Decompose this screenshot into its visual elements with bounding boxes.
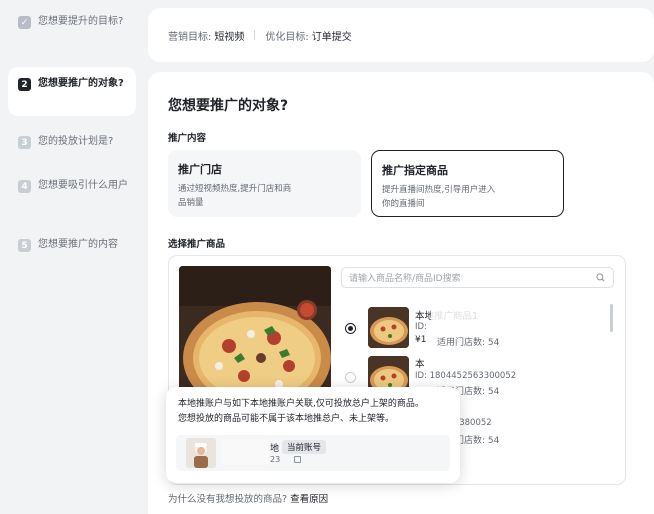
option-desc: 提升直播间热度,引导用户进入你的直播间 (382, 185, 496, 209)
step-label: 您想要推广的内容 (38, 239, 118, 250)
account-name: 地 (270, 444, 280, 454)
step-number: 4 (18, 180, 31, 193)
goal-summary-bar: 营销目标: 短视频 优化目标: 订单提交 (148, 8, 654, 62)
step-item-audience[interactable]: 4 您想要吸引什么用户 (8, 178, 136, 194)
avatar (186, 438, 216, 468)
search-icon[interactable] (596, 273, 605, 282)
view-reason-link[interactable]: 查看原因 (290, 494, 328, 505)
page-title: 您想要推广的对象? (168, 98, 289, 114)
account-id: 23 (270, 455, 281, 464)
option-promote-store[interactable]: 推广门店 通过短视频热度,提升门店和商品销量 (168, 150, 361, 217)
promo-content-label: 推广内容 (168, 133, 207, 144)
step-item-content[interactable]: 5 您想要推广的内容 (8, 237, 136, 253)
option-promote-product[interactable]: 推广指定商品 提升直播间热度,引导用户进入你的直播间 (371, 150, 564, 217)
tooltip-line-2: 您想投放的商品可能不属于该本地推总户、未上架等。 (178, 414, 395, 424)
copy-icon[interactable] (294, 456, 301, 463)
marketing-goal-value: 短视频 (214, 31, 245, 43)
marketing-goal-label: 营销目标: (168, 31, 212, 43)
redaction-mask (222, 439, 268, 465)
step-label: 您的投放计划是? (38, 136, 114, 147)
list-scrollbar[interactable] (610, 304, 613, 332)
step-number: 3 (18, 136, 31, 149)
optimize-goal-label: 优化目标: (265, 31, 309, 43)
missing-product-hint: 为什么没有我想投放的商品? 查看原因 (168, 491, 328, 505)
product-id: ID: 1804452563300052 (415, 371, 517, 381)
step-item-plan[interactable]: 3 您的投放计划是? (8, 134, 136, 150)
option-title: 推广指定商品 (382, 164, 448, 177)
current-account-badge: 当前账号 (282, 440, 327, 454)
tooltip-line-1: 本地推账户与如下本地推账户关联,仅可投放总户上架的商品。 (178, 399, 424, 409)
product-radio-selected[interactable] (345, 323, 356, 334)
step-label: 您想要吸引什么用户 (38, 180, 128, 191)
product-thumbnail (368, 307, 409, 348)
hint-question: 为什么没有我想投放的商品? (168, 494, 288, 505)
product-search-input[interactable]: 请输入商品名称/商品ID搜索 (341, 267, 614, 288)
step-label: 您想要推广的对象? (38, 78, 124, 89)
search-placeholder: 请输入商品名称/商品ID搜索 (349, 274, 461, 284)
step-sidebar: ✓ 您想要提升的目标? 2 您想要推广的对象? 3 您的投放计划是? 4 您想要… (0, 0, 144, 514)
product-id: ID: (415, 322, 427, 332)
product-price: ¥1 (415, 335, 427, 345)
redaction-mask (431, 308, 511, 332)
option-title: 推广门店 (178, 163, 222, 176)
divider (254, 30, 256, 40)
redaction-mask (427, 356, 497, 368)
step-number: 2 (18, 78, 31, 91)
product-store-count: 适用门店数: 54 (437, 338, 500, 348)
step-number: 5 (18, 239, 31, 252)
optimize-goal-value: 订单提交 (311, 31, 352, 43)
account-tooltip: 本地推账户与如下本地推账户关联,仅可投放总户上架的商品。 您想投放的商品可能不属… (166, 387, 460, 483)
step-label: 您想要提升的目标? (38, 16, 124, 27)
step-item-object[interactable]: 2 您想要推广的对象? (8, 67, 136, 116)
linked-account-card: 地 当前账号 23 (176, 435, 450, 471)
step-item-goal[interactable]: ✓ 您想要提升的目标? (8, 14, 136, 30)
product-name: 本 (415, 359, 425, 370)
product-radio[interactable] (345, 372, 356, 383)
option-desc: 通过短视频热度,提升门店和商品销量 (178, 184, 292, 208)
select-product-label: 选择推广商品 (168, 239, 226, 250)
check-icon: ✓ (18, 16, 31, 29)
